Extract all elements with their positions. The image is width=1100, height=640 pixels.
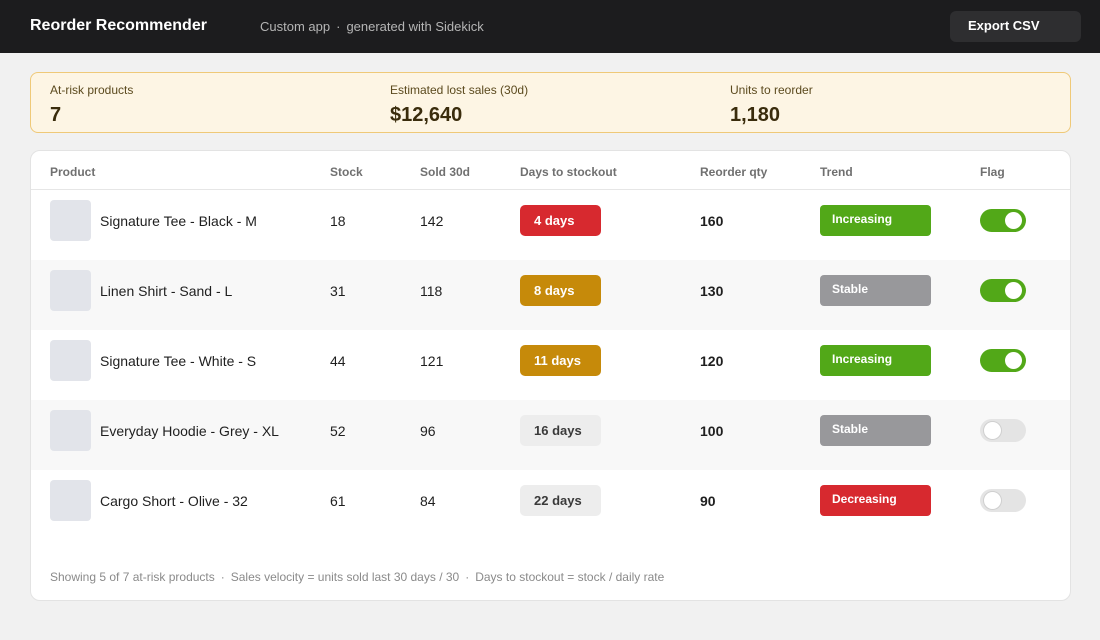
flag-toggle[interactable] [980,489,1026,512]
trend-badge: Stable [820,275,931,306]
sold-value: 121 [420,353,444,369]
reorder-qty-value: 90 [700,493,716,509]
stat-at-risk: At-risk products 7 [50,83,133,126]
trend-badge: Stable [820,415,931,446]
product-thumbnail [50,340,91,381]
toggle-knob [1005,352,1022,369]
reorder-qty-value: 100 [700,423,724,439]
subtitle-app: Custom app [260,19,331,34]
toggle-knob [1005,212,1022,229]
product-name: Linen Shirt - Sand - L [100,283,233,299]
table-footer-note: Showing 5 of 7 at-risk products · Sales ve… [50,570,664,584]
summary-banner: At-risk products 7 Estimated lost sales … [30,72,1071,133]
stat-lost-sales-label: Estimated lost sales (30d) [390,83,529,97]
product-name: Everyday Hoodie - Grey - XL [100,423,279,439]
sold-value: 118 [420,283,443,299]
app-title: Reorder Recommender [30,17,207,34]
reorder-table-card: Product Stock Sold 30d Days to stockout … [30,150,1071,601]
reorder-qty-value: 120 [700,353,724,369]
days-to-stockout-badge: 11 days [520,345,601,376]
subtitle-generator: generated with Sidekick [346,19,484,34]
product-thumbnail [50,410,91,451]
product-name: Signature Tee - White - S [100,353,257,369]
stock-value: 52 [330,423,346,439]
app-subtitle: Custom app · generated with Sidekick [260,19,484,34]
subtitle-separator: · [336,19,341,34]
product-thumbnail [50,480,91,521]
footer-separator: · [465,570,470,584]
trend-badge: Decreasing [820,485,931,516]
column-header-trend[interactable]: Trend [820,165,853,179]
export-csv-button[interactable]: Export CSV [950,11,1081,42]
stat-units-reorder-label: Units to reorder [730,83,813,97]
days-to-stockout-badge: 4 days [520,205,601,236]
trend-badge: Increasing [820,205,931,236]
sold-value: 96 [420,423,436,439]
stock-value: 31 [330,283,346,299]
flag-toggle[interactable] [980,419,1026,442]
column-header-sold[interactable]: Sold 30d [420,165,470,179]
stat-lost-sales: Estimated lost sales (30d) $12,640 [390,83,528,126]
column-header-days-to-stockout[interactable]: Days to stockout [520,165,617,179]
table-row[interactable]: Cargo Short - Olive - 32 61 84 22 days 9… [31,470,1070,540]
reorder-qty-value: 160 [700,213,724,229]
stock-value: 44 [330,353,346,369]
toggle-knob [984,422,1001,439]
product-name: Cargo Short - Olive - 32 [100,493,248,509]
column-header-product[interactable]: Product [50,165,95,179]
stat-lost-sales-value: $12,640 [390,104,463,126]
table-row[interactable]: Everyday Hoodie - Grey - XL 52 96 16 day… [31,400,1070,470]
footer-stockout-note: Days to stockout = stock / daily rate [475,570,665,584]
reorder-qty-value: 130 [700,283,724,299]
top-bar: Reorder Recommender Custom app · generated… [0,0,1100,53]
stat-units-reorder-value: 1,180 [730,104,781,126]
sold-value: 142 [420,213,444,229]
product-thumbnail [50,200,91,241]
flag-toggle[interactable] [980,279,1026,302]
table-row[interactable]: Linen Shirt - Sand - L 31 118 8 days 130… [31,260,1070,330]
days-to-stockout-badge: 22 days [520,485,601,516]
table-row[interactable]: Signature Tee - White - S 44 121 11 days… [31,330,1070,400]
trend-badge: Increasing [820,345,931,376]
column-header-flag[interactable]: Flag [980,165,1005,179]
product-name: Signature Tee - Black - M [100,213,257,229]
footer-separator: · [220,570,225,584]
stat-at-risk-label: At-risk products [50,83,134,97]
stat-at-risk-value: 7 [50,104,62,126]
footer-showing-count: Showing 5 of 7 at-risk products [50,570,215,584]
column-header-stock[interactable]: Stock [330,165,363,179]
days-to-stockout-badge: 8 days [520,275,601,306]
column-header-reorder-qty[interactable]: Reorder qty [700,165,767,179]
stock-value: 61 [330,493,346,509]
flag-toggle[interactable] [980,349,1026,372]
stat-units-reorder: Units to reorder 1,180 [730,83,813,126]
days-to-stockout-badge: 16 days [520,415,601,446]
footer-velocity-note: Sales velocity = units sold last 30 days… [230,570,460,584]
toggle-knob [1005,282,1022,299]
flag-toggle[interactable] [980,209,1026,232]
sold-value: 84 [420,493,436,509]
table-row[interactable]: Signature Tee - Black - M 18 142 4 days … [31,190,1070,260]
product-thumbnail [50,270,91,311]
table-header: Product Stock Sold 30d Days to stockout … [31,151,1070,190]
toggle-knob [984,492,1001,509]
stock-value: 18 [330,213,346,229]
